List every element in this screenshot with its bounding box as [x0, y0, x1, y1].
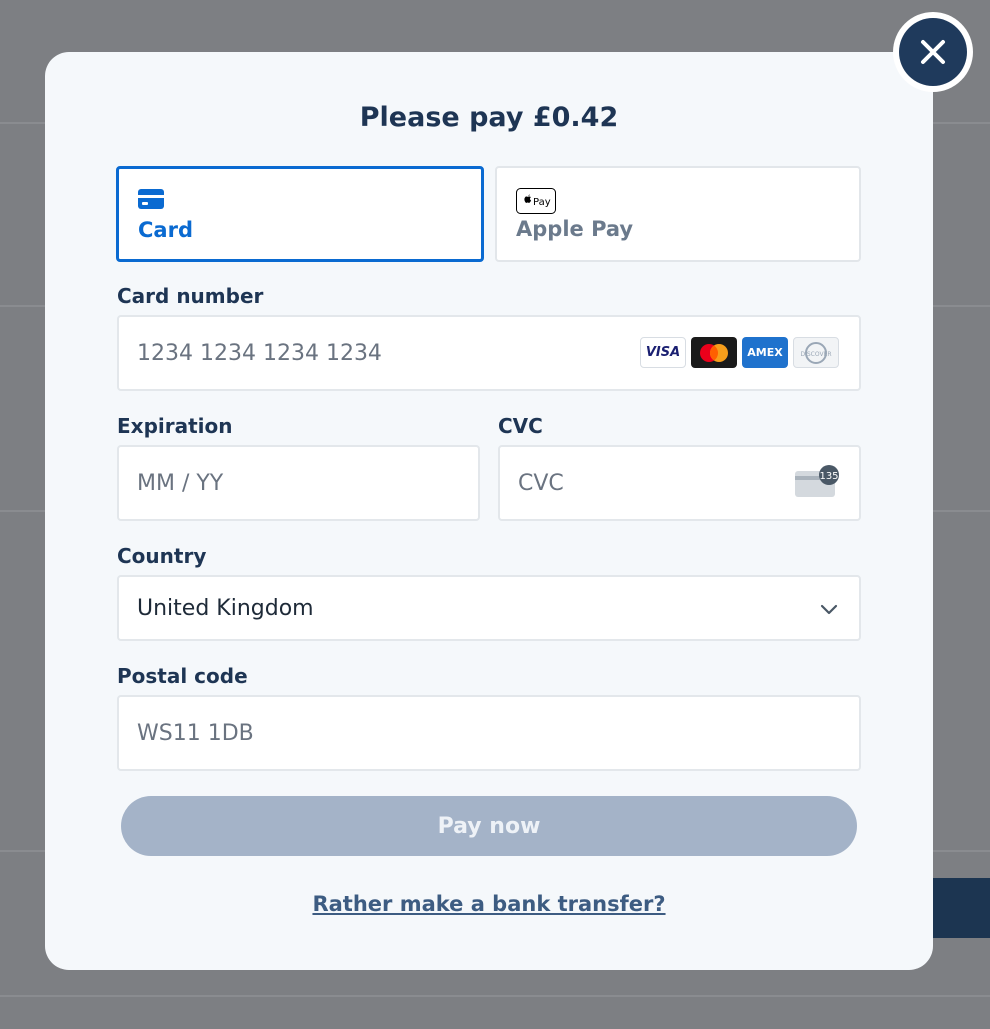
country-label: Country — [117, 544, 207, 568]
postal-code-field[interactable]: WS11 1DB — [117, 695, 861, 771]
divider — [0, 995, 990, 997]
cvc-label: CVC — [498, 414, 543, 438]
apple-pay-badge-text: Pay — [533, 197, 551, 208]
close-icon — [899, 18, 967, 86]
tab-apple-pay-label: Apple Pay — [516, 217, 634, 241]
mastercard-icon — [691, 337, 737, 368]
country-value: United Kingdom — [137, 595, 314, 621]
country-select[interactable]: United Kingdom — [117, 575, 861, 641]
close-button[interactable] — [893, 12, 973, 92]
svg-text:DISCOVER: DISCOVER — [800, 351, 831, 358]
cvc-card-icon: 135 — [793, 465, 841, 505]
visa-icon: VISA — [640, 337, 686, 368]
expiration-label: Expiration — [117, 414, 233, 438]
discover-icon: DISCOVER — [793, 337, 839, 368]
cvc-field[interactable]: CVC 135 — [498, 445, 861, 521]
card-brands: VISA AMEX DISCOVER — [640, 337, 839, 368]
tab-apple-pay[interactable]: Pay Apple Pay — [495, 166, 861, 262]
chevron-down-icon — [819, 599, 839, 625]
payment-modal: Please pay £0.42 Card Pay Apple Pay Card… — [45, 52, 933, 970]
amex-icon: AMEX — [742, 337, 788, 368]
page-title: Please pay £0.42 — [359, 102, 619, 133]
apple-pay-icon: Pay — [516, 188, 556, 218]
expiration-field[interactable]: MM / YY — [117, 445, 480, 521]
card-number-field[interactable]: 1234 1234 1234 1234 VISA AMEX DISCOVER — [117, 315, 861, 391]
tab-card-label: Card — [138, 218, 193, 242]
card-number-label: Card number — [117, 284, 264, 308]
postal-code-value: WS11 1DB — [137, 720, 254, 746]
expiration-placeholder: MM / YY — [137, 470, 224, 496]
tab-card[interactable]: Card — [116, 166, 484, 262]
cvc-placeholder: CVC — [518, 470, 564, 496]
card-number-placeholder: 1234 1234 1234 1234 — [137, 340, 382, 366]
card-icon — [138, 189, 164, 213]
postal-code-label: Postal code — [117, 664, 248, 688]
bank-transfer-link[interactable]: Rather make a bank transfer? — [45, 892, 933, 916]
svg-text:135: 135 — [819, 471, 838, 482]
pay-now-button[interactable]: Pay now — [121, 796, 857, 856]
